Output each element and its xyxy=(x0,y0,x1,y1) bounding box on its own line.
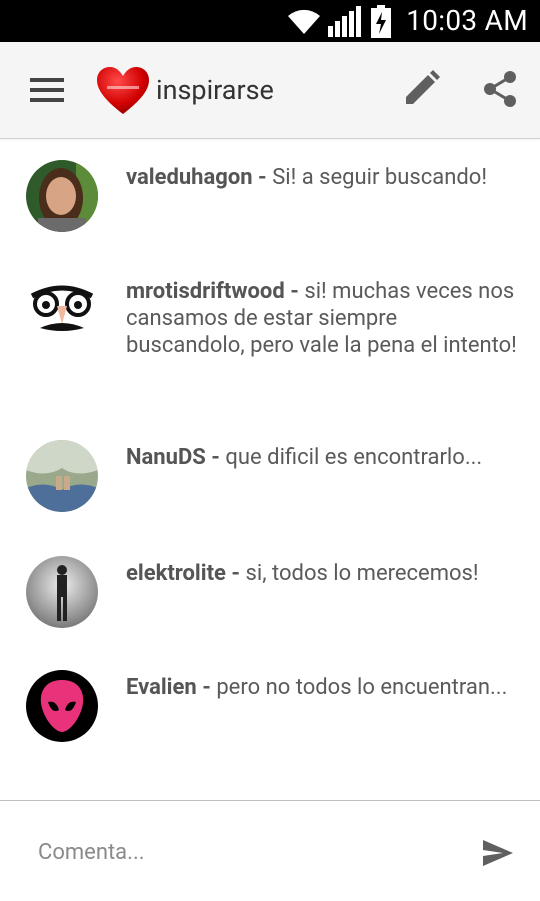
send-icon[interactable] xyxy=(482,839,514,867)
comment-author[interactable]: Evalien xyxy=(126,675,197,700)
comment-body: que dificil es encontrarlo... xyxy=(225,445,483,470)
app-toolbar: inspirarse xyxy=(0,42,540,139)
comment-author[interactable]: elektrolite xyxy=(126,561,226,586)
avatar[interactable] xyxy=(26,160,98,232)
share-icon[interactable] xyxy=(482,70,518,108)
avatar[interactable] xyxy=(26,274,98,346)
comment-composer xyxy=(0,800,540,901)
comment-input[interactable] xyxy=(36,831,440,873)
status-clock: 10:03 AM xyxy=(406,4,528,37)
wifi-icon xyxy=(288,9,320,34)
comment-body: Si! a seguir buscando! xyxy=(272,165,488,190)
comment-author[interactable]: mrotisdriftwood xyxy=(126,279,285,304)
comment-body: si, todos lo merecemos! xyxy=(245,561,479,586)
edit-icon[interactable] xyxy=(402,70,440,108)
status-bar: 10:03 AM xyxy=(0,0,540,42)
menu-icon[interactable] xyxy=(30,76,64,104)
page-title: inspirarse xyxy=(156,74,274,106)
comment-list: valeduhagon - Si! a seguir buscando! mro… xyxy=(0,140,540,800)
avatar[interactable] xyxy=(26,556,98,628)
battery-icon xyxy=(371,5,391,38)
comment-author[interactable]: valeduhagon xyxy=(126,165,253,190)
signal-icon xyxy=(328,6,361,37)
avatar[interactable] xyxy=(26,670,98,742)
comment-body: pero no todos lo encuentran... xyxy=(216,675,508,700)
comment-author[interactable]: NanuDS xyxy=(126,445,206,470)
avatar[interactable] xyxy=(26,440,98,512)
heart-logo-icon xyxy=(97,67,149,114)
